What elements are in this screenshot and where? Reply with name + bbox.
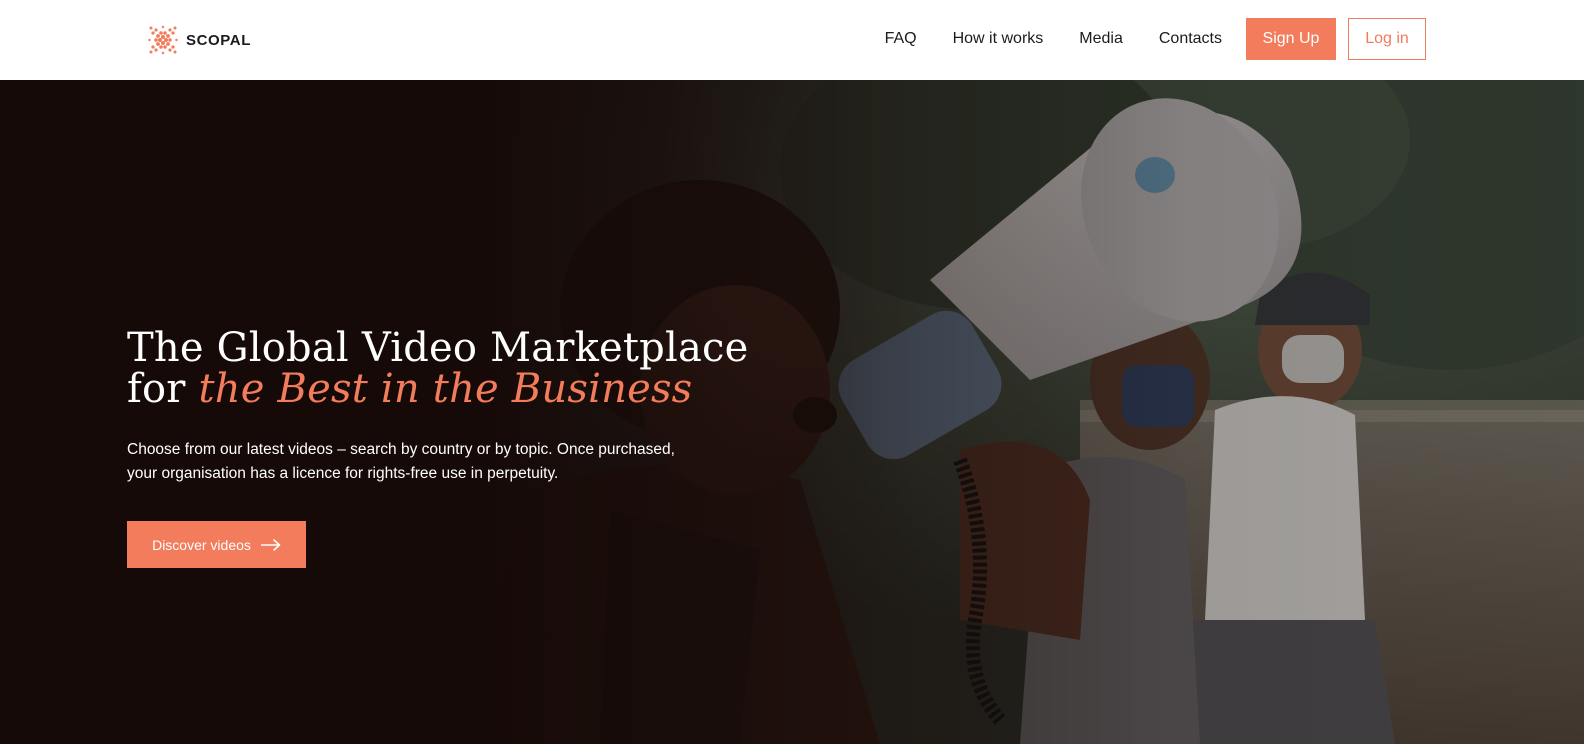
- hero-title-prefix: for: [127, 366, 186, 412]
- discover-videos-button[interactable]: Discover videos: [127, 521, 306, 568]
- nav-media[interactable]: Media: [1079, 30, 1123, 48]
- sign-up-button[interactable]: Sign Up: [1246, 18, 1336, 60]
- hero-title-accent: the Best in the Business: [198, 366, 693, 412]
- hero-section: The Global Video Marketplace for the Bes…: [0, 80, 1584, 744]
- hero-description: Choose from our latest videos – search b…: [127, 441, 675, 482]
- nav-faq[interactable]: FAQ: [885, 30, 917, 48]
- site-header: SCOPAL FAQ How it works Media Contacts S…: [0, 0, 1584, 80]
- nav-contacts[interactable]: Contacts: [1159, 30, 1222, 48]
- hero-title: The Global Video Marketplace for the Bes…: [127, 328, 767, 410]
- arrow-right-icon: [260, 538, 281, 551]
- brand-name: SCOPAL: [186, 31, 251, 49]
- hero-title-line1: The Global Video Marketplace: [127, 325, 749, 371]
- hero-content: The Global Video Marketplace for the Bes…: [127, 328, 767, 568]
- discover-videos-label: Discover videos: [152, 536, 251, 553]
- nav-how-it-works[interactable]: How it works: [953, 30, 1044, 48]
- logo[interactable]: SCOPAL: [148, 24, 251, 56]
- scopal-logo-icon: [148, 25, 178, 55]
- log-in-button[interactable]: Log in: [1348, 18, 1426, 60]
- main-nav: FAQ How it works Media Contacts Sign Up …: [885, 18, 1426, 60]
